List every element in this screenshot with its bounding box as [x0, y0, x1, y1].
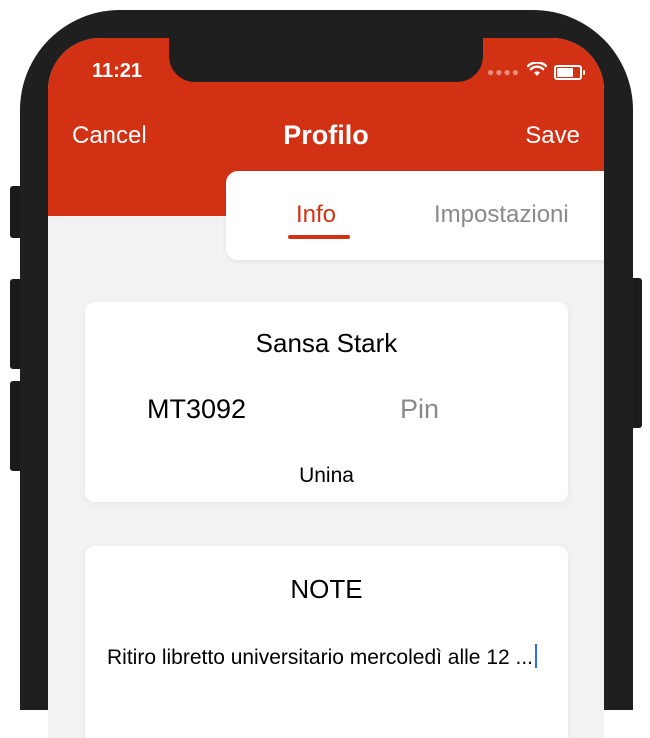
save-button[interactable]: Save: [525, 122, 580, 150]
tab-info[interactable]: Info: [296, 201, 336, 229]
app-screen: 11:21 ●●●● Cancel Profilo Save Info Impo…: [48, 38, 604, 738]
status-icons: ●●●●: [487, 61, 585, 82]
notes-title: NOTE: [290, 574, 363, 604]
text-caret: [535, 644, 538, 668]
signal-dots-icon: ●●●●: [487, 65, 520, 79]
status-time: 11:21: [92, 60, 143, 82]
tab-selected-indicator: [288, 235, 350, 239]
wifi-icon: [526, 61, 548, 82]
page-title: Profilo: [283, 120, 369, 150]
tab-impostazioni[interactable]: Impostazioni: [434, 201, 569, 229]
notes-text: Ritiro libretto universitario mercoledì …: [107, 646, 534, 669]
tab-bar: Info Impostazioni: [226, 171, 604, 260]
pin-field[interactable]: Pin: [400, 394, 439, 425]
profile-code: MT3092: [147, 394, 247, 424]
notes-card: NOTE Ritiro libretto universitario merco…: [85, 546, 568, 738]
profile-card: Sansa Stark MT3092 Pin Unina: [85, 302, 568, 502]
profile-name: Sansa Stark: [255, 328, 398, 358]
profile-university: Unina: [299, 464, 354, 487]
battery-icon: [554, 64, 585, 80]
notes-text-area[interactable]: Ritiro libretto universitario mercoledì …: [107, 644, 557, 672]
notch: [169, 38, 483, 82]
